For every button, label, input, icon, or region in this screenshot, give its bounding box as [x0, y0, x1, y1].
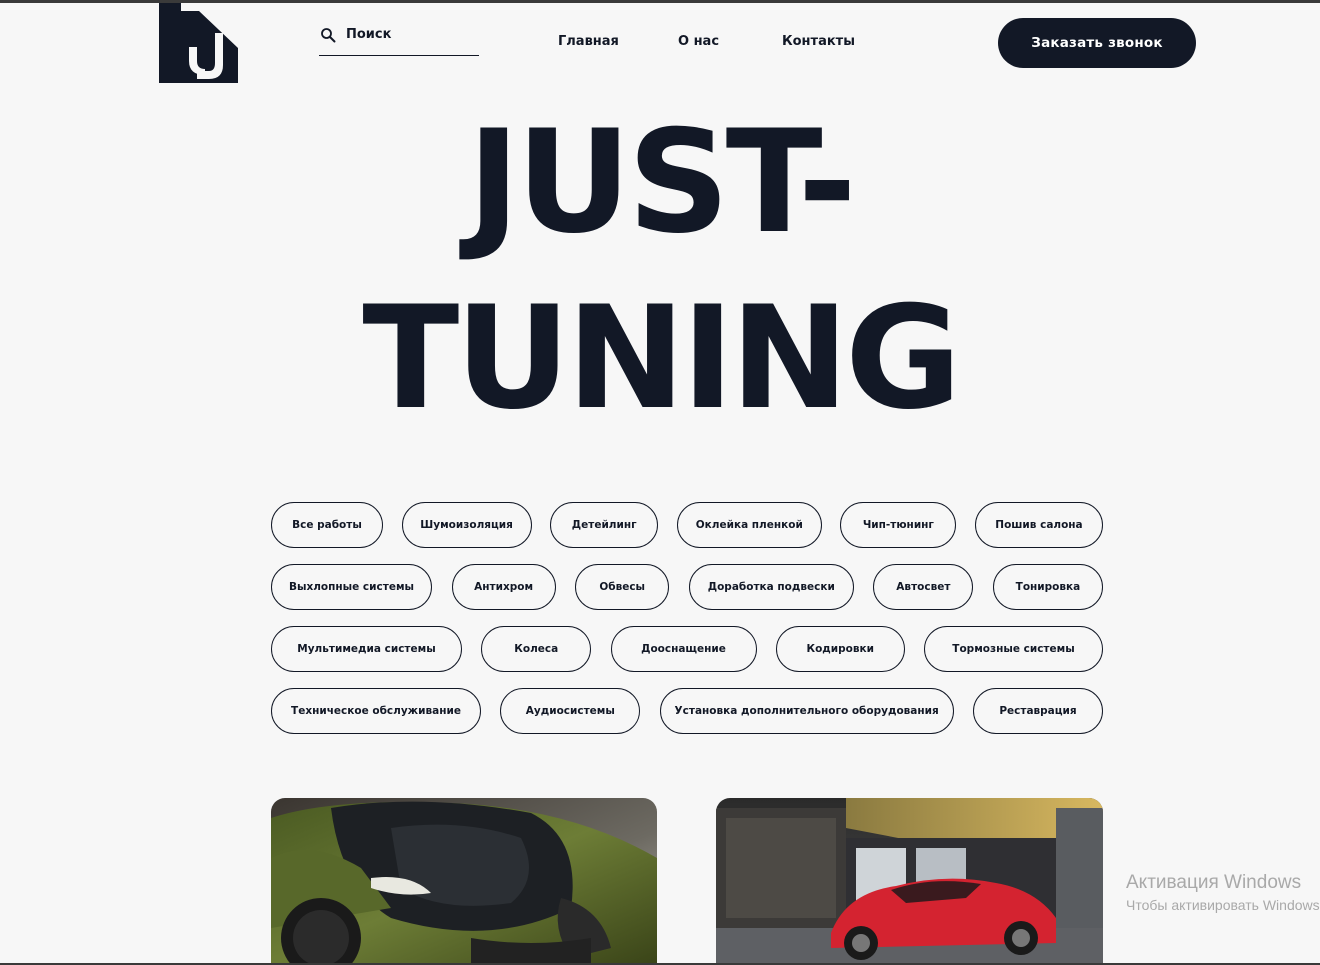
- category-row: Техническое обслуживание Аудиосистемы Ус…: [271, 688, 1103, 734]
- category-tag-retrofit[interactable]: Дооснащение: [610, 626, 757, 672]
- category-tag-restoration[interactable]: Реставрация: [972, 688, 1103, 734]
- category-tag-suspension[interactable]: Доработка подвески: [688, 564, 854, 610]
- windows-activation-title: Активация Windows: [1126, 872, 1302, 893]
- nav-link-contacts[interactable]: Контакты: [782, 34, 855, 49]
- category-tag-body-kits[interactable]: Обвесы: [575, 564, 670, 610]
- work-card-image[interactable]: [716, 798, 1103, 965]
- category-tag-antichrome[interactable]: Антихром: [451, 564, 556, 610]
- category-tag-maintenance[interactable]: Техническое обслуживание: [271, 688, 481, 734]
- car-photo-green: [271, 798, 657, 965]
- category-tag-audio[interactable]: Аудиосистемы: [500, 688, 641, 734]
- windows-activation-subtitle: Чтобы активировать Windows: [1126, 897, 1320, 913]
- category-tag-chip-tuning[interactable]: Чип-тюнинг: [840, 502, 957, 548]
- category-tag-extra-equipment[interactable]: Установка дополнительного оборудования: [659, 688, 954, 734]
- search-box[interactable]: [319, 26, 479, 56]
- category-tag-tinting[interactable]: Тонировка: [992, 564, 1103, 610]
- hero-title-line-1: JUST-: [467, 100, 856, 265]
- search-icon: [321, 27, 336, 42]
- logo-mark-icon: [159, 3, 238, 83]
- category-tag-coding[interactable]: Кодировки: [775, 626, 905, 672]
- nav-link-about[interactable]: О нас: [678, 34, 719, 49]
- nav-link-home[interactable]: Главная: [558, 34, 619, 49]
- category-tag-film-wrap[interactable]: Оклейка пленкой: [676, 502, 822, 548]
- page: Главная О нас Контакты Заказать звонок J…: [0, 0, 1320, 965]
- car-photo-red: [716, 798, 1103, 965]
- category-filters: Все работы Шумоизоляция Детейлинг Оклейк…: [271, 502, 1103, 750]
- category-tag-exhaust[interactable]: Выхлопные системы: [271, 564, 432, 610]
- category-tag-brakes[interactable]: Тормозные системы: [924, 626, 1103, 672]
- work-card-image[interactable]: [271, 798, 657, 965]
- category-tag-soundproofing[interactable]: Шумоизоляция: [401, 502, 532, 548]
- category-tag-lighting[interactable]: Автосвет: [873, 564, 974, 610]
- hero-title-line-2: TUNING: [362, 276, 961, 441]
- logo[interactable]: [159, 3, 238, 83]
- category-tag-wheels[interactable]: Колеса: [481, 626, 592, 672]
- category-row: Выхлопные системы Антихром Обвесы Дорабо…: [271, 564, 1103, 610]
- category-row: Мультимедиа системы Колеса Дооснащение К…: [271, 626, 1103, 672]
- category-tag-interior-sewing[interactable]: Пошив салона: [974, 502, 1103, 548]
- category-row: Все работы Шумоизоляция Детейлинг Оклейк…: [271, 502, 1103, 548]
- category-tag-multimedia[interactable]: Мультимедиа системы: [271, 626, 462, 672]
- request-call-button[interactable]: Заказать звонок: [998, 18, 1196, 68]
- hero-title: JUST- TUNING: [0, 95, 1320, 447]
- category-tag-all-works[interactable]: Все работы: [271, 502, 383, 548]
- search-input[interactable]: [346, 27, 466, 42]
- category-tag-detailing[interactable]: Детейлинг: [550, 502, 659, 548]
